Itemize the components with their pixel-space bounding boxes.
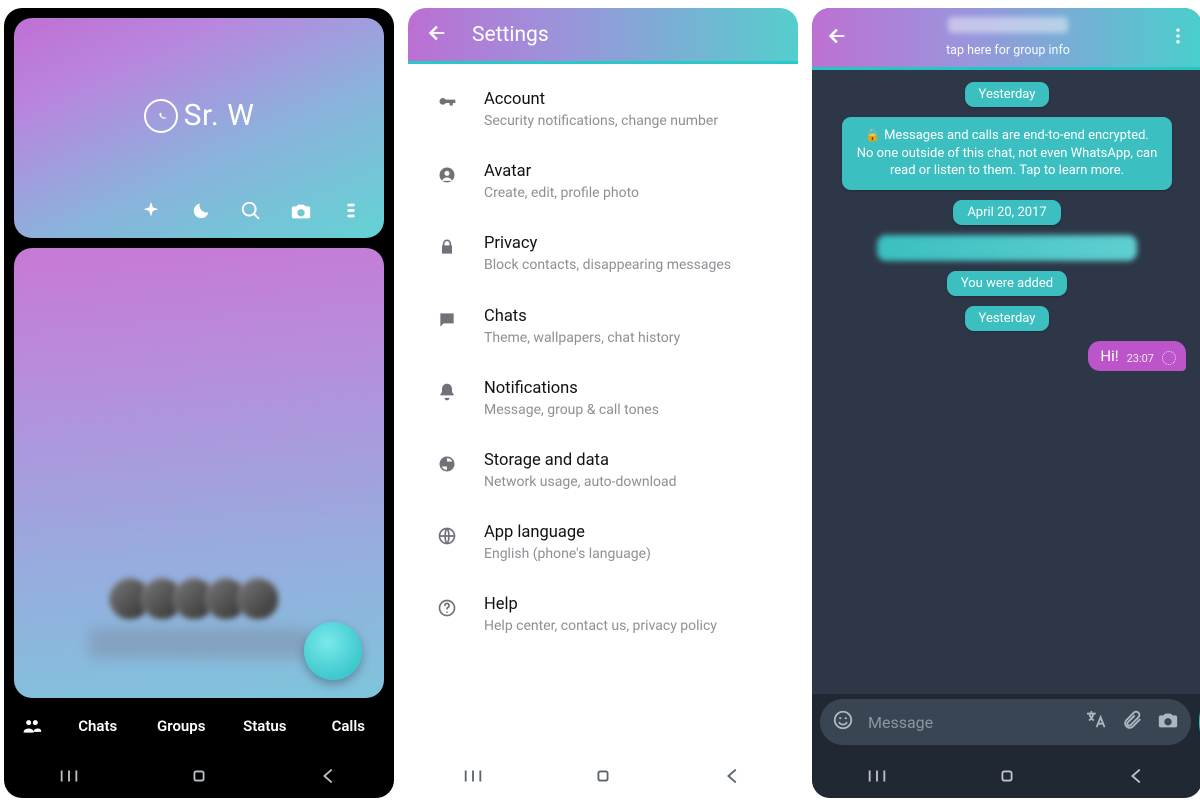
settings-item-subtitle: Create, edit, profile photo	[484, 184, 639, 202]
settings-item-notifications[interactable]: Notifications Message, group & call tones	[408, 363, 798, 435]
community-icon[interactable]	[12, 716, 52, 736]
settings-item-chats[interactable]: Chats Theme, wallpapers, chat history	[408, 291, 798, 363]
settings-item-subtitle: Block contacts, disappearing messages	[484, 256, 731, 274]
emoji-icon[interactable]	[832, 709, 854, 735]
settings-item-title: Storage and data	[484, 451, 677, 470]
back-icon[interactable]	[1123, 762, 1151, 790]
system-message-added[interactable]: You were added	[947, 271, 1067, 296]
chat-title-area[interactable]: tap here for group info	[862, 17, 1154, 58]
recent-avatars	[119, 578, 279, 620]
encryption-text: Messages and calls are end-to-end encryp…	[857, 128, 1158, 178]
back-icon[interactable]	[315, 762, 343, 790]
chat-screen: tap here for group info Yesterday 🔒Messa…	[812, 8, 1200, 798]
tab-groups[interactable]: Groups	[144, 717, 220, 735]
more-icon[interactable]	[1168, 26, 1188, 50]
system-navbar	[4, 754, 394, 798]
system-navbar	[408, 754, 798, 798]
tab-calls[interactable]: Calls	[311, 717, 387, 735]
avatar-icon	[434, 162, 460, 202]
airplane-icon[interactable]	[140, 200, 162, 222]
message-text: Hi!	[1100, 347, 1118, 365]
moon-icon[interactable]	[190, 200, 212, 222]
settings-item-subtitle: Network usage, auto-download	[484, 473, 677, 491]
back-arrow-icon[interactable]	[826, 25, 848, 51]
recents-icon[interactable]	[863, 762, 891, 790]
settings-item-title: Help	[484, 595, 717, 614]
help-icon	[434, 595, 460, 635]
home-icon[interactable]	[185, 762, 213, 790]
settings-item-account[interactable]: Account Security notifications, change nu…	[408, 74, 798, 146]
home-icon[interactable]	[589, 762, 617, 790]
chat-body: Yesterday 🔒Messages and calls are end-to…	[812, 70, 1200, 694]
date-pill[interactable]: Yesterday	[965, 82, 1050, 107]
outgoing-message[interactable]: Hi! 23:07	[1088, 341, 1186, 371]
app-name: Sr. W	[184, 98, 255, 133]
chat-input-bar	[820, 698, 1194, 746]
settings-item-title: Notifications	[484, 379, 659, 398]
key-icon	[434, 90, 460, 130]
chat-icon	[434, 307, 460, 347]
home-content-card	[14, 248, 384, 698]
back-icon[interactable]	[719, 762, 747, 790]
settings-item-help[interactable]: Help Help center, contact us, privacy pol…	[408, 579, 798, 651]
message-time: 23:07	[1127, 352, 1154, 365]
tab-status[interactable]: Status	[227, 717, 303, 735]
chat-subtitle: tap here for group info	[946, 43, 1070, 58]
bell-icon	[434, 379, 460, 419]
lock-icon	[434, 234, 460, 274]
search-icon[interactable]	[240, 200, 262, 222]
settings-item-title: Account	[484, 90, 718, 109]
settings-header: Settings	[408, 8, 798, 64]
system-message-blurred	[877, 235, 1137, 261]
date-pill[interactable]: Yesterday	[965, 306, 1050, 331]
settings-title: Settings	[472, 23, 549, 47]
menu-icon[interactable]	[340, 200, 362, 222]
camera-icon[interactable]	[290, 200, 312, 222]
settings-item-subtitle: English (phone's language)	[484, 545, 651, 563]
home-tabs: Chats Groups Status Calls	[4, 704, 394, 748]
settings-item-subtitle: Security notifications, change number	[484, 112, 718, 130]
data-icon	[434, 451, 460, 491]
settings-item-title: Privacy	[484, 234, 731, 253]
message-field-container[interactable]	[820, 699, 1191, 745]
settings-list: Account Security notifications, change nu…	[408, 64, 798, 754]
attach-icon[interactable]	[1121, 709, 1143, 735]
settings-item-avatar[interactable]: Avatar Create, edit, profile photo	[408, 146, 798, 218]
globe-icon	[434, 523, 460, 563]
chat-title-blurred	[948, 17, 1068, 33]
settings-screen: Settings Account Security notifications, …	[408, 8, 798, 798]
system-navbar	[812, 754, 1200, 798]
home-header-card: Sr. W	[14, 18, 384, 238]
settings-item-privacy[interactable]: Privacy Block contacts, disappearing mess…	[408, 218, 798, 290]
settings-item-subtitle: Theme, wallpapers, chat history	[484, 329, 680, 347]
home-toolbar	[14, 186, 384, 238]
encryption-notice[interactable]: 🔒Messages and calls are end-to-end encry…	[842, 117, 1172, 190]
blurred-caption	[89, 628, 309, 658]
settings-item-storage[interactable]: Storage and data Network usage, auto-down…	[408, 435, 798, 507]
lock-icon: 🔒	[865, 127, 880, 143]
pending-tick-icon	[1162, 351, 1176, 365]
settings-item-subtitle: Help center, contact us, privacy policy	[484, 617, 717, 635]
recents-icon[interactable]	[55, 762, 83, 790]
settings-item-title: Chats	[484, 307, 680, 326]
recents-icon[interactable]	[459, 762, 487, 790]
message-input[interactable]	[868, 713, 1071, 732]
whatsapp-icon	[144, 99, 178, 133]
date-pill[interactable]: April 20, 2017	[953, 200, 1060, 225]
home-screen: Sr. W Chats Groups Status Calls	[4, 8, 394, 798]
tab-chats[interactable]: Chats	[60, 717, 136, 735]
chat-header[interactable]: tap here for group info	[812, 8, 1200, 70]
settings-item-title: App language	[484, 523, 651, 542]
settings-item-subtitle: Message, group & call tones	[484, 401, 659, 419]
settings-item-language[interactable]: App language English (phone's language)	[408, 507, 798, 579]
camera-icon[interactable]	[1157, 709, 1179, 735]
home-icon[interactable]	[993, 762, 1021, 790]
back-arrow-icon[interactable]	[426, 22, 448, 48]
new-chat-fab[interactable]	[304, 622, 362, 680]
settings-item-title: Avatar	[484, 162, 639, 181]
app-logo: Sr. W	[14, 98, 384, 133]
translate-icon[interactable]	[1085, 709, 1107, 735]
